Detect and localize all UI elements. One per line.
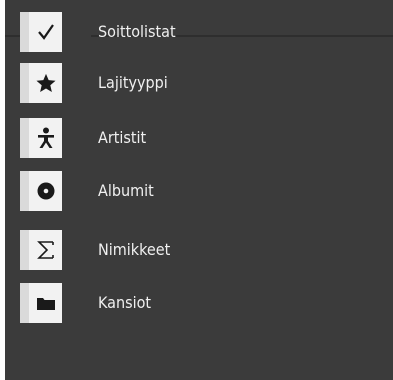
menu-item-label: Soittolistat — [98, 22, 176, 41]
menu-item-genre[interactable]: Lajityyppi — [20, 63, 360, 103]
tile — [29, 171, 62, 211]
tile — [29, 230, 62, 270]
person-icon — [36, 127, 56, 149]
menu-item-artists[interactable]: Artistit — [20, 118, 360, 158]
menu-item-label: Artistit — [98, 128, 147, 147]
menu-item-label: Kansiot — [98, 293, 152, 312]
tile — [29, 12, 62, 52]
checkmark-icon — [36, 22, 56, 42]
tile-edge — [20, 230, 29, 270]
music-library-menu: Soittolistat Lajityyppi Artistit Albumit… — [5, 0, 393, 380]
menu-item-playlists[interactable]: Soittolistat — [20, 12, 360, 52]
menu-item-label: Nimikkeet — [98, 240, 171, 259]
tile — [29, 63, 62, 103]
tile — [29, 283, 62, 323]
folder-icon — [36, 295, 56, 311]
disc-icon — [36, 181, 56, 201]
menu-item-folders[interactable]: Kansiot — [20, 283, 360, 323]
tile-edge — [20, 118, 29, 158]
tile — [29, 118, 62, 158]
tile-edge — [20, 171, 29, 211]
tile-edge — [20, 63, 29, 103]
sigma-icon — [35, 238, 57, 262]
star-icon — [35, 72, 57, 94]
tile-edge — [20, 283, 29, 323]
menu-item-label: Lajityyppi — [98, 73, 168, 92]
menu-item-albums[interactable]: Albumit — [20, 171, 360, 211]
menu-item-label: Albumit — [98, 181, 154, 200]
tile-edge — [20, 12, 29, 52]
menu-item-titles[interactable]: Nimikkeet — [20, 230, 360, 270]
